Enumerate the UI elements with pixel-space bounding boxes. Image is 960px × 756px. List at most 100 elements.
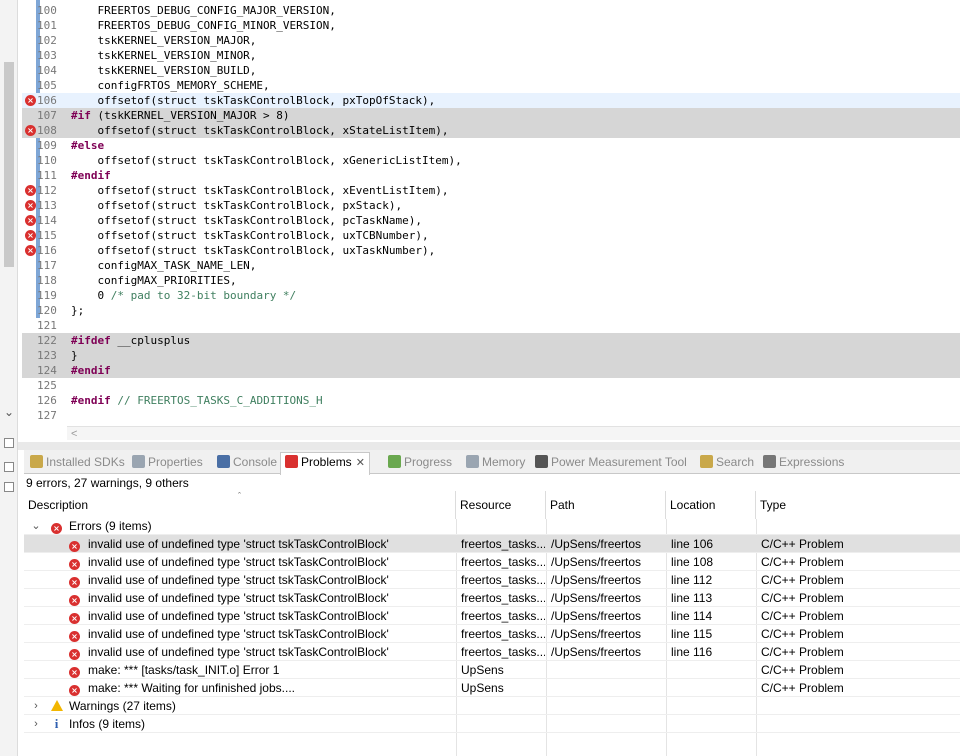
column-header-path[interactable]: Path — [546, 491, 666, 519]
code-line[interactable]: × 116 offsetof(struct tskTaskControlBlock… — [22, 243, 960, 258]
code-line[interactable]: 118 configMAX_PRIORITIES, — [22, 273, 960, 288]
line-number: 126 — [37, 394, 57, 407]
code-line[interactable]: × 115 offsetof(struct tskTaskControlBlock… — [22, 228, 960, 243]
problem-location — [671, 679, 753, 697]
table-row[interactable]: × invalid use of undefined type 'struct t… — [24, 535, 960, 553]
error-marker-icon[interactable]: × — [25, 215, 36, 226]
code-line[interactable]: 110 offsetof(struct tskTaskControlBlock,… — [22, 153, 960, 168]
code-line[interactable]: 100 FREERTOS_DEBUG_CONFIG_MAJOR_VERSION, — [22, 3, 960, 18]
code-line[interactable]: 109 #else — [22, 138, 960, 153]
horizontal-scrollbar[interactable]: < — [67, 426, 960, 440]
column-header-resource[interactable]: Resource — [456, 491, 546, 519]
vertical-scrollbar-thumb[interactable] — [4, 62, 14, 267]
chevron-right-icon[interactable]: › — [30, 697, 42, 715]
table-row[interactable]: × make: *** [tasks/task_INIT.o] Error 1 Up… — [24, 661, 960, 679]
code-line[interactable]: 121 — [22, 318, 960, 333]
code-line[interactable]: × 108 offsetof(struct tskTaskControlBlock… — [22, 123, 960, 138]
table-row[interactable]: × invalid use of undefined type 'struct t… — [24, 607, 960, 625]
code-content: configMAX_PRIORITIES, — [71, 274, 237, 287]
error-icon: × — [69, 661, 80, 679]
table-row[interactable]: × invalid use of undefined type 'struct t… — [24, 625, 960, 643]
code-line[interactable]: 127 — [22, 408, 960, 423]
tree-group-errors[interactable]: ⌄ × Errors (9 items) — [24, 517, 960, 535]
panel-icon[interactable] — [4, 462, 14, 472]
code-line[interactable]: × 112 offsetof(struct tskTaskControlBlock… — [22, 183, 960, 198]
code-line[interactable]: 123} — [22, 348, 960, 363]
code-content: offsetof(struct tskTaskControlBlock, xGe… — [71, 154, 462, 167]
code-editor[interactable]: 100 FREERTOS_DEBUG_CONFIG_MAJOR_VERSION,… — [22, 0, 960, 442]
code-content: FREERTOS_DEBUG_CONFIG_MINOR_VERSION, — [71, 19, 336, 32]
table-row[interactable]: × invalid use of undefined type 'struct t… — [24, 571, 960, 589]
code-line[interactable]: 126 #endif // FREERTOS_TASKS_C_ADDITIONS_… — [22, 393, 960, 408]
line-number: 104 — [37, 64, 57, 77]
tab-search[interactable]: Search — [700, 453, 754, 473]
code-line[interactable]: 117 configMAX_TASK_NAME_LEN, — [22, 258, 960, 273]
close-icon[interactable]: ✕ — [356, 457, 365, 469]
error-marker-icon[interactable]: × — [25, 230, 36, 241]
line-number: 114 — [37, 214, 57, 227]
table-row[interactable]: × make: *** Waiting for unfinished jobs..… — [24, 679, 960, 697]
code-text: } — [71, 348, 78, 363]
problem-path — [551, 661, 663, 679]
line-number: 127 — [37, 409, 57, 422]
code-line[interactable]: 102 tskKERNEL_VERSION_MAJOR, — [22, 33, 960, 48]
tab-problems[interactable]: Problems ✕ — [280, 452, 370, 475]
scroll-left-icon[interactable]: < — [71, 427, 77, 441]
code-line[interactable]: 122 #ifdef __cplusplus — [22, 333, 960, 348]
code-line[interactable]: × 106 offsetof(struct tskTaskControlBlock… — [22, 93, 960, 108]
tree-group-warnings[interactable]: › Warnings (27 items) — [24, 697, 960, 715]
code-line[interactable]: 111 #endif — [22, 168, 960, 183]
table-row[interactable]: × invalid use of undefined type 'struct t… — [24, 643, 960, 661]
code-line[interactable]: 119 0 /* pad to 32-bit boundary */ — [22, 288, 960, 303]
code-text: tskKERNEL_VERSION_MAJOR, — [71, 33, 256, 48]
problem-location: line 115 — [671, 627, 713, 641]
code-line[interactable]: × 114 offsetof(struct tskTaskControlBlock… — [22, 213, 960, 228]
error-marker-icon[interactable]: × — [25, 200, 36, 211]
tab-console[interactable]: Console — [217, 453, 277, 473]
problem-description: invalid use of undefined type 'struct ts… — [88, 537, 389, 551]
error-marker-icon[interactable]: × — [25, 185, 36, 196]
column-header-type[interactable]: Type — [756, 491, 960, 519]
code-comment: // FREERTOS_TASKS_C_ADDITIONS_H — [117, 394, 323, 407]
code-line[interactable]: 107 #if (tskKERNEL_VERSION_MAJOR > 8) — [22, 108, 960, 123]
error-marker-icon[interactable]: × — [25, 125, 36, 136]
line-number: 101 — [37, 19, 57, 32]
code-line[interactable]: 105 configFRTOS_MEMORY_SCHEME, — [22, 78, 960, 93]
code-line[interactable]: 125 — [22, 378, 960, 393]
code-line[interactable]: 124 #endif — [22, 363, 960, 378]
panel-icon[interactable] — [4, 482, 14, 492]
code-text: offsetof(struct tskTaskControlBlock, pxS… — [71, 198, 402, 213]
code-text: offsetof(struct tskTaskControlBlock, pcT… — [71, 213, 422, 228]
chevron-down-icon[interactable]: ⌄ — [30, 517, 42, 535]
problem-type: C/C++ Problem — [761, 591, 844, 605]
problem-path — [551, 679, 663, 697]
tab-power-measurement-tool[interactable]: Power Measurement Tool — [535, 453, 687, 473]
chevron-down-icon[interactable]: ⌄ — [2, 404, 16, 420]
code-line[interactable]: 103 tskKERNEL_VERSION_MINOR, — [22, 48, 960, 63]
code-line[interactable]: 120}; — [22, 303, 960, 318]
error-marker-icon[interactable]: × — [25, 245, 36, 256]
panel-icon[interactable] — [4, 438, 14, 448]
tab-progress[interactable]: Progress — [388, 453, 452, 473]
code-line[interactable]: × 113 offsetof(struct tskTaskControlBlock… — [22, 198, 960, 213]
code-line[interactable]: 101 FREERTOS_DEBUG_CONFIG_MINOR_VERSION, — [22, 18, 960, 33]
chevron-right-icon[interactable]: › — [30, 715, 42, 733]
line-number: 124 — [37, 364, 57, 377]
problem-type: C/C++ Problem — [761, 609, 844, 623]
problems-table[interactable]: Description ˆ Resource Path Location Typ… — [24, 491, 960, 756]
tab-properties[interactable]: Properties — [132, 453, 203, 473]
error-marker-icon[interactable]: × — [25, 95, 36, 106]
properties-icon — [132, 455, 145, 468]
code-text: #endif // FREERTOS_TASKS_C_ADDITIONS_H — [71, 393, 323, 408]
tab-installed-sdks[interactable]: Installed SDKs — [30, 453, 125, 473]
table-row[interactable]: × invalid use of undefined type 'struct t… — [24, 553, 960, 571]
tree-group-infos[interactable]: › i Infos (9 items) — [24, 715, 960, 733]
problem-description: invalid use of undefined type 'struct ts… — [88, 645, 389, 659]
tab-expressions[interactable]: Expressions — [763, 453, 844, 473]
problem-resource: freertos_tasks... — [461, 573, 545, 587]
panel-separator[interactable] — [18, 442, 960, 450]
table-row[interactable]: × invalid use of undefined type 'struct t… — [24, 589, 960, 607]
code-line[interactable]: 104 tskKERNEL_VERSION_BUILD, — [22, 63, 960, 78]
tab-memory[interactable]: Memory — [466, 453, 525, 473]
column-header-location[interactable]: Location — [666, 491, 756, 519]
